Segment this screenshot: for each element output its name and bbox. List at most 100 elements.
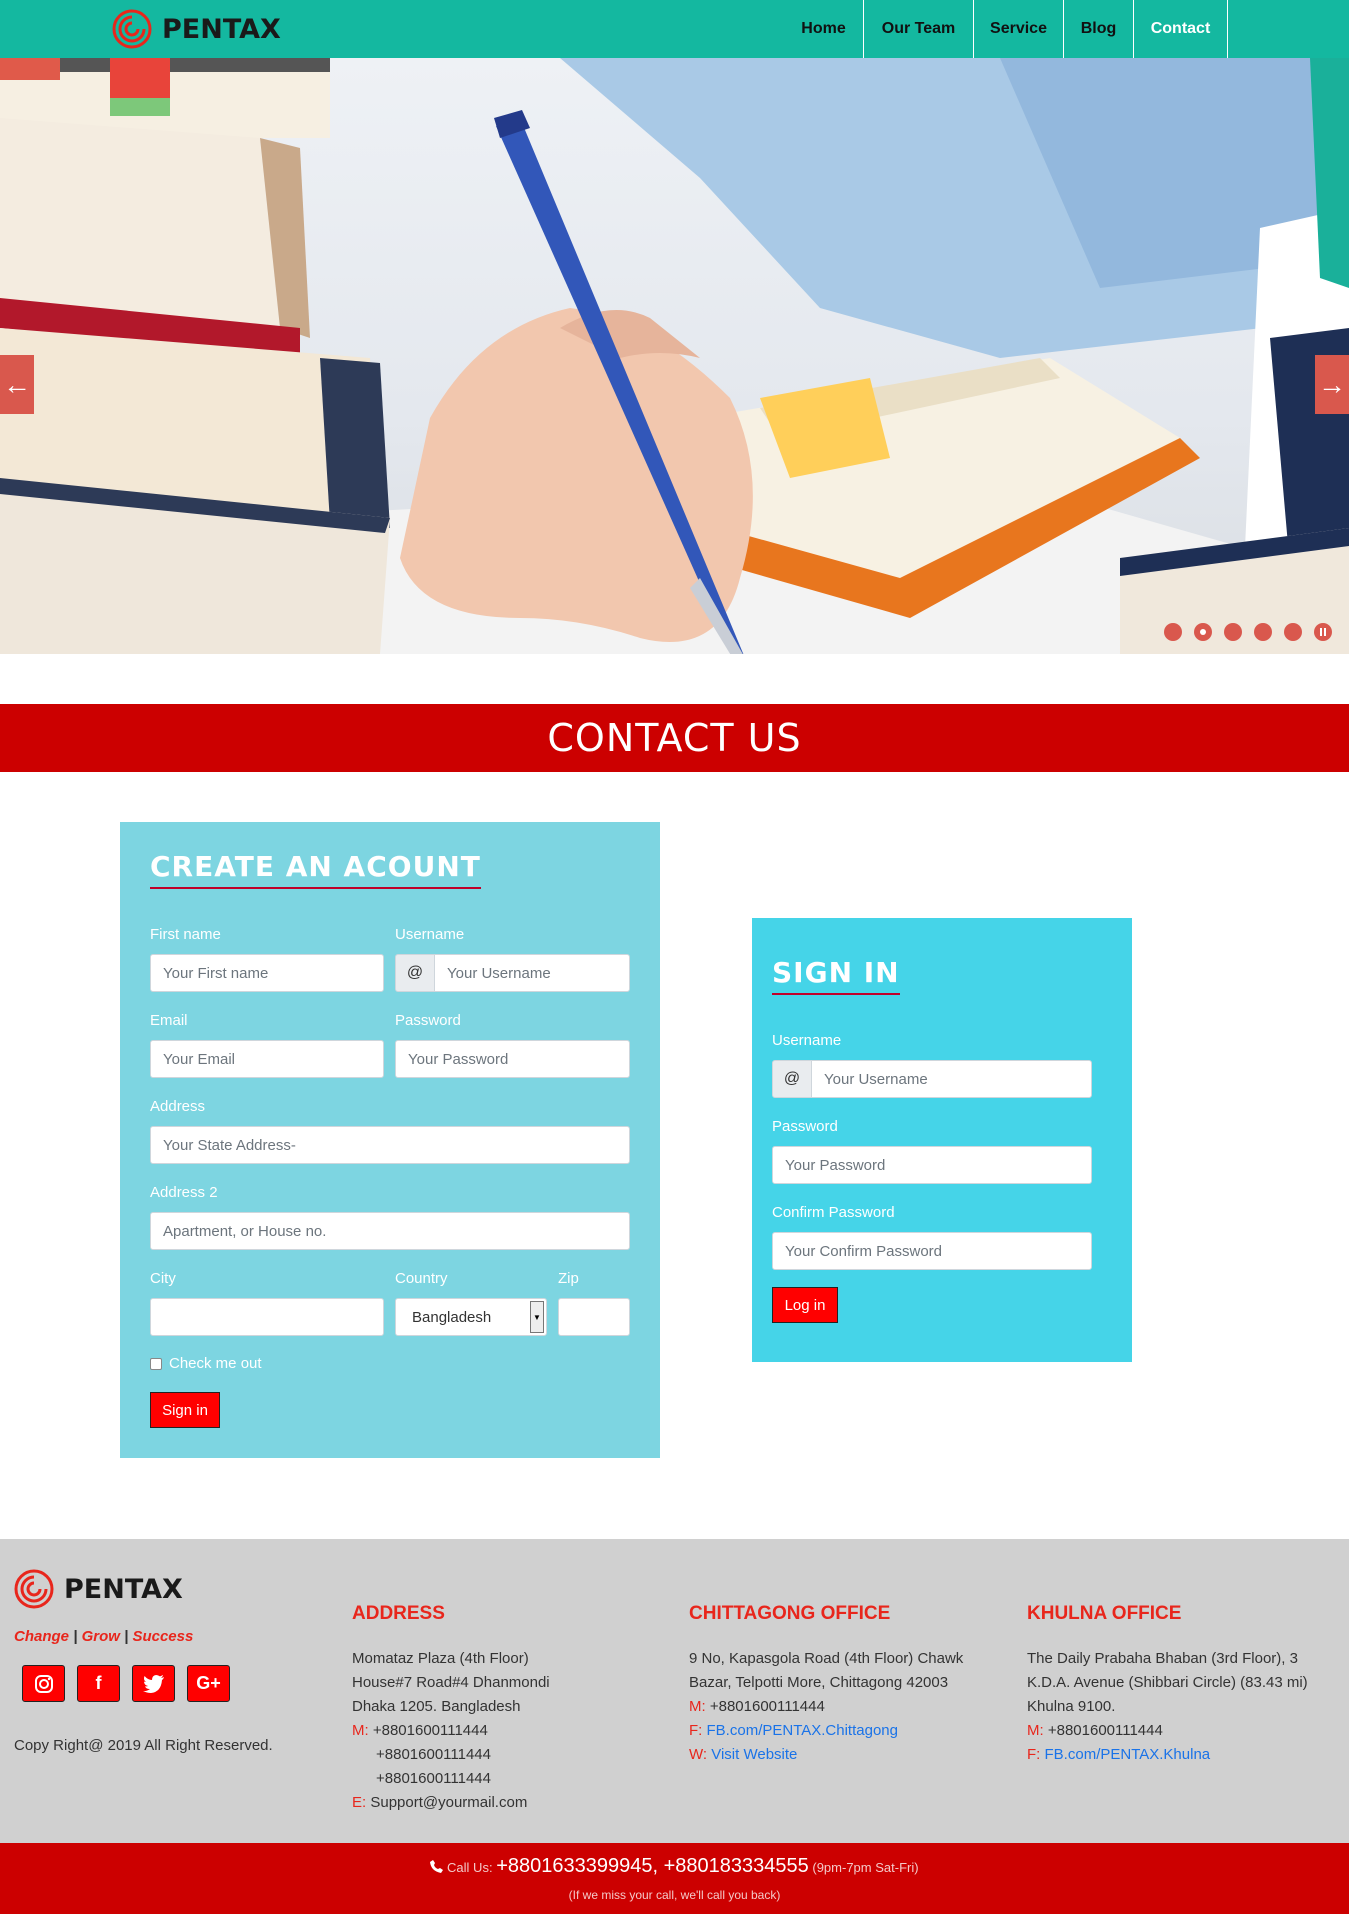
confirm-password-input[interactable]: Your Confirm Password — [772, 1232, 1092, 1270]
chittagong-line: Bazar, Telpotti More, Chittagong 42003 — [689, 1674, 949, 1691]
country-label: Country — [395, 1270, 448, 1287]
sign-in-button[interactable]: Sign in — [150, 1392, 220, 1428]
slider-dot-current[interactable] — [1194, 623, 1212, 641]
signin-password-label: Password — [772, 1118, 838, 1135]
first-name-label: First name — [150, 926, 221, 943]
address-phone-line: M: +8801600111444 — [352, 1719, 488, 1743]
hero-image — [0, 58, 1349, 654]
slider-dots — [1164, 623, 1332, 641]
slider-dot[interactable] — [1164, 623, 1182, 641]
phone-number: +8801600111444 — [709, 1698, 825, 1715]
address-line: Momataz Plaza (4th Floor) — [352, 1650, 529, 1667]
country-select[interactable]: Bangladesh ▼ — [395, 1298, 547, 1336]
confirm-password-label: Confirm Password — [772, 1204, 895, 1221]
brand[interactable]: PENTAX — [112, 8, 281, 50]
call-hours: (9pm-7pm Sat-Fri) — [812, 1860, 919, 1875]
slider-dot[interactable] — [1254, 623, 1272, 641]
create-account-panel: CREATE AN ACOUNT First name Your First n… — [120, 822, 660, 1458]
mobile-key: M: — [689, 1698, 706, 1715]
zip-label: Zip — [558, 1270, 579, 1287]
facebook-icon[interactable]: f — [77, 1665, 120, 1702]
khulna-title: KHULNA OFFICE — [1027, 1603, 1182, 1624]
city-label: City — [150, 1270, 176, 1287]
twitter-icon[interactable] — [132, 1665, 175, 1702]
username-label: Username — [395, 926, 465, 943]
call-note: (If we miss your call, we'll call you ba… — [568, 1888, 781, 1902]
log-in-button[interactable]: Log in — [772, 1287, 838, 1323]
email-key: E: — [352, 1794, 367, 1811]
tagline-word: Change — [14, 1628, 70, 1645]
mobile-key: M: — [1027, 1722, 1044, 1739]
slider-prev-button[interactable]: ← — [0, 355, 34, 414]
footer: PENTAX Change | Grow | Success f G+ Copy… — [0, 1539, 1349, 1843]
phone-icon — [430, 1860, 444, 1873]
create-account-title: CREATE AN ACOUNT — [150, 850, 481, 889]
slider-next-button[interactable]: → — [1315, 355, 1349, 414]
zip-input[interactable] — [558, 1298, 630, 1336]
email-input[interactable]: Your Email — [150, 1040, 384, 1078]
slider-dot[interactable] — [1224, 623, 1242, 641]
signin-username-input[interactable]: Your Username — [811, 1060, 1092, 1098]
nav-blog[interactable]: Blog — [1064, 0, 1134, 58]
khulna-facebook-link[interactable]: FB.com/PENTAX.Khulna — [1045, 1746, 1211, 1763]
address-label: Address — [150, 1098, 206, 1115]
khulna-line: K.D.A. Avenue (Shibbari Circle) (83.43 m… — [1027, 1674, 1308, 1691]
caret-down-icon: ▼ — [530, 1301, 544, 1333]
chittagong-facebook-line: F: FB.com/PENTAX.Chittagong — [689, 1719, 898, 1743]
tagline-separator: | — [124, 1628, 129, 1645]
google-plus-icon[interactable]: G+ — [187, 1665, 230, 1702]
address2-label: Address 2 — [150, 1184, 218, 1201]
call-bar: Call Us: +8801633399945, +880183334555 (… — [0, 1843, 1349, 1914]
slider-dot[interactable] — [1284, 623, 1302, 641]
first-name-input[interactable]: Your First name — [150, 954, 384, 992]
address-email-line: E: Support@yourmail.com — [352, 1791, 527, 1815]
brand-name: PENTAX — [162, 13, 281, 45]
phone-number: +8801600111444 — [376, 1746, 491, 1763]
phone-number: +8801600111444 — [1047, 1722, 1163, 1739]
nav-home[interactable]: Home — [784, 0, 864, 58]
tagline-word: Success — [132, 1628, 194, 1645]
arrow-right-icon: → — [1318, 368, 1346, 400]
chittagong-title: CHITTAGONG OFFICE — [689, 1603, 891, 1624]
chittagong-facebook-link[interactable]: FB.com/PENTAX.Chittagong — [707, 1722, 898, 1739]
address2-input[interactable]: Apartment, or House no. — [150, 1212, 630, 1250]
email-address: Support@yourmail.com — [370, 1794, 528, 1811]
social-links: f G+ — [22, 1665, 230, 1702]
footer-brand[interactable]: PENTAX — [14, 1569, 183, 1609]
signin-username-label: Username — [772, 1032, 842, 1049]
khulna-facebook-line: F: FB.com/PENTAX.Khulna — [1027, 1743, 1210, 1767]
city-input[interactable] — [150, 1298, 384, 1336]
nav-contact[interactable]: Contact — [1134, 0, 1228, 58]
chittagong-line: 9 No, Kapasgola Road (4th Floor) Chawk — [689, 1650, 964, 1667]
address-line: Dhaka 1205. Bangladesh — [352, 1698, 521, 1715]
country-select-value: Bangladesh — [412, 1308, 492, 1326]
arrow-left-icon: ← — [3, 368, 31, 400]
nav-our-team[interactable]: Our Team — [864, 0, 974, 58]
mobile-key: M: — [352, 1722, 369, 1739]
spiral-logo-icon — [14, 1569, 54, 1609]
website-key: W: — [689, 1746, 708, 1763]
top-navbar: PENTAX Home Our Team Service Blog Contac… — [0, 0, 1349, 58]
nav-service[interactable]: Service — [974, 0, 1064, 58]
username-input[interactable]: Your Username — [434, 954, 630, 992]
address-input[interactable]: Your State Address- — [150, 1126, 630, 1164]
tagline-word: Grow — [81, 1628, 120, 1645]
khulna-phone-line: M: +8801600111444 — [1027, 1719, 1163, 1743]
instagram-icon[interactable] — [22, 1665, 65, 1702]
facebook-key: F: — [689, 1722, 703, 1739]
khulna-line: The Daily Prabaha Bhaban (3rd Floor), 3 — [1027, 1650, 1298, 1667]
chittagong-phone-line: M: +8801600111444 — [689, 1695, 825, 1719]
signin-password-input[interactable]: Your Password — [772, 1146, 1092, 1184]
check-me-out-label: Check me out — [169, 1355, 262, 1372]
page-title: CONTACT US — [547, 716, 802, 760]
hero-slider: ← → — [0, 58, 1349, 654]
check-me-out-checkbox[interactable] — [150, 1358, 162, 1370]
address-title: ADDRESS — [352, 1603, 445, 1624]
password-input[interactable]: Your Password — [395, 1040, 630, 1078]
call-phone-numbers[interactable]: +8801633399945, +880183334555 — [496, 1855, 809, 1877]
spiral-logo-icon — [112, 9, 152, 49]
slider-pause-button[interactable] — [1314, 623, 1332, 641]
at-sign-addon: @ — [395, 954, 435, 992]
visit-website-link[interactable]: Visit Website — [711, 1746, 797, 1763]
sign-in-title: SIGN IN — [772, 956, 900, 995]
